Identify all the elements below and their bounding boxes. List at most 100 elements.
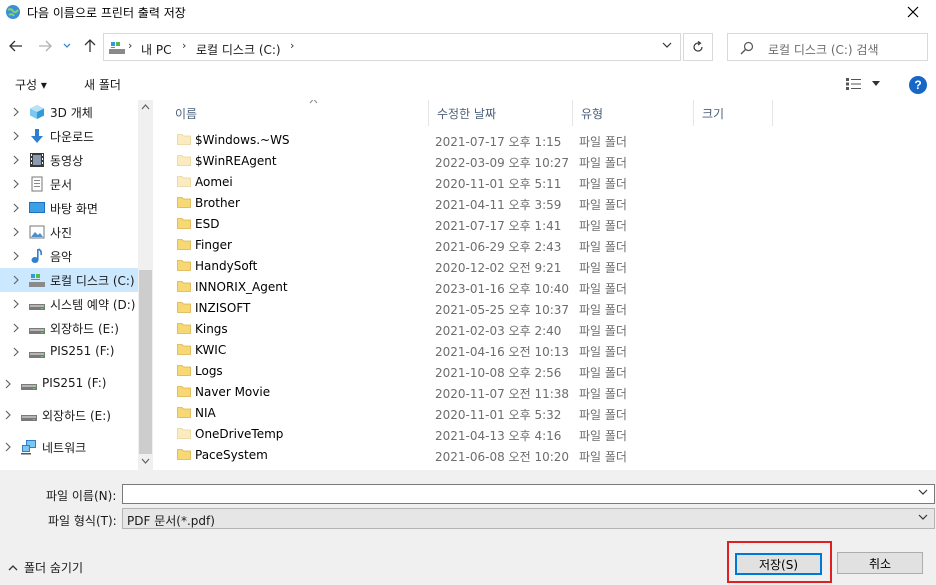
sidebar-item-desktop[interactable]: 바탕 화면 bbox=[0, 196, 138, 220]
title-bar: 다음 이름으로 프린터 출력 저장 bbox=[0, 0, 936, 24]
file-type: 파일 폴더 bbox=[579, 156, 627, 170]
file-type: 파일 폴더 bbox=[579, 261, 627, 275]
table-row[interactable]: Kings 2021-02-03 오후 2:40 파일 폴더 bbox=[173, 319, 923, 340]
refresh-icon bbox=[693, 41, 703, 52]
folder-icon bbox=[177, 260, 191, 271]
filetype-label: 파일 형식(T): bbox=[48, 514, 117, 528]
drive-icon bbox=[21, 384, 37, 390]
forward-button[interactable] bbox=[35, 36, 55, 56]
column-header-date[interactable]: 수정한 날짜 bbox=[429, 100, 573, 126]
view-options-icon[interactable] bbox=[845, 77, 863, 91]
chevron-down-icon[interactable] bbox=[918, 514, 928, 520]
table-row[interactable]: Naver Movie 2020-11-07 오전 11:38 파일 폴더 bbox=[173, 382, 923, 403]
folder-icon bbox=[177, 197, 191, 208]
sidebar-root-network[interactable]: 네트워크 bbox=[0, 435, 138, 459]
sidebar-item-label: 동영상 bbox=[50, 154, 84, 168]
sidebar-item-pictures[interactable]: 사진 bbox=[0, 220, 138, 244]
address-bar[interactable]: › 내 PC › 로컬 디스크 (C:) › bbox=[103, 33, 681, 61]
scrollbar-thumb[interactable] bbox=[139, 270, 152, 454]
file-name: $Windows.~WS bbox=[195, 133, 290, 147]
sort-ascending-icon bbox=[309, 100, 318, 104]
local-disk-icon bbox=[109, 42, 125, 54]
table-row[interactable]: NIA 2020-11-01 오후 5:32 파일 폴더 bbox=[173, 403, 923, 424]
save-button[interactable]: 저장(S) bbox=[735, 553, 822, 575]
breadcrumb-local-disk[interactable]: 로컬 디스크 (C:) bbox=[196, 41, 281, 58]
file-type: 파일 폴더 bbox=[579, 429, 627, 443]
file-date: 2021-07-17 오후 1:15 bbox=[435, 135, 562, 149]
sidebar-item-label: 시스템 예약 (D:) bbox=[50, 298, 136, 312]
breadcrumb-this-pc[interactable]: 내 PC bbox=[141, 41, 171, 58]
hide-folders-toggle[interactable]: 폴더 숨기기 bbox=[8, 559, 83, 576]
column-header-type[interactable]: 유형 bbox=[573, 100, 694, 126]
sidebar-item-videos[interactable]: 동영상 bbox=[0, 148, 138, 172]
column-header-label: 이름 bbox=[175, 107, 198, 121]
chevron-right-icon bbox=[13, 275, 19, 285]
address-dropdown-icon[interactable] bbox=[662, 42, 672, 48]
desktop-icon bbox=[29, 202, 45, 213]
sidebar-root-pis251-f[interactable]: PIS251 (F:) bbox=[0, 372, 138, 396]
chevron-right-icon bbox=[13, 299, 19, 309]
table-row[interactable]: HandySoft 2020-12-02 오전 9:21 파일 폴더 bbox=[173, 256, 923, 277]
search-placeholder: 로컬 디스크 (C:) 검색 bbox=[768, 43, 879, 57]
close-button[interactable] bbox=[890, 0, 936, 24]
column-header-name[interactable]: 이름 bbox=[167, 100, 429, 126]
scroll-up-icon[interactable] bbox=[141, 104, 150, 110]
chevron-down-icon[interactable] bbox=[918, 489, 928, 495]
table-row[interactable]: KWIC 2021-04-16 오전 10:13 파일 폴더 bbox=[173, 340, 923, 361]
recent-locations-button[interactable] bbox=[60, 36, 74, 56]
sidebar-item-external-e[interactable]: 외장하드 (E:) bbox=[0, 316, 138, 340]
table-row[interactable]: Logs 2021-10-08 오후 2:56 파일 폴더 bbox=[173, 361, 923, 382]
filetype-select[interactable]: PDF 문서(*.pdf) bbox=[122, 508, 935, 529]
sidebar-item-documents[interactable]: 문서 bbox=[0, 172, 138, 196]
folder-icon bbox=[177, 386, 191, 397]
sidebar-item-label: 다운로드 bbox=[50, 130, 95, 144]
view-dropdown-icon[interactable] bbox=[872, 81, 880, 86]
save-form: 파일 이름(N): 파일 형식(T): PDF 문서(*.pdf) 폴더 숨기기… bbox=[0, 470, 936, 585]
file-date: 2021-06-29 오후 2:43 bbox=[435, 240, 562, 254]
drive-icon bbox=[21, 415, 37, 421]
file-type: 파일 폴더 bbox=[579, 177, 627, 191]
table-row[interactable]: INNORIX_Agent 2023-01-16 오후 10:40 파일 폴더 bbox=[173, 277, 923, 298]
table-row[interactable]: Aomei 2020-11-01 오후 5:11 파일 폴더 bbox=[173, 172, 923, 193]
search-box[interactable]: 로컬 디스크 (C:) 검색 bbox=[727, 33, 928, 61]
file-list-scrollbar[interactable] bbox=[923, 100, 936, 470]
sidebar-item-system-reserved-d[interactable]: 시스템 예약 (D:) bbox=[0, 292, 138, 316]
filename-input[interactable] bbox=[122, 484, 935, 504]
refresh-button[interactable] bbox=[683, 33, 713, 61]
sidebar-item-local-disk-c[interactable]: 로컬 디스크 (C:) bbox=[0, 268, 138, 292]
drive-icon bbox=[29, 328, 45, 334]
table-row[interactable]: ESD 2021-07-17 오후 1:41 파일 폴더 bbox=[173, 214, 923, 235]
folder-icon bbox=[177, 281, 191, 292]
sidebar-item-downloads[interactable]: 다운로드 bbox=[0, 124, 138, 148]
sidebar-item-3d-objects[interactable]: 3D 개체 bbox=[0, 100, 138, 124]
file-type: 파일 폴더 bbox=[579, 219, 627, 233]
table-row[interactable]: Finger 2021-06-29 오후 2:43 파일 폴더 bbox=[173, 235, 923, 256]
help-icon[interactable]: ? bbox=[909, 76, 927, 94]
chevron-right-icon bbox=[13, 131, 19, 141]
column-header-label: 유형 bbox=[581, 107, 604, 121]
sidebar-item-label: PIS251 (F:) bbox=[50, 344, 115, 358]
navigation-scrollbar[interactable] bbox=[138, 100, 153, 470]
table-row[interactable]: $WinREAgent 2022-03-09 오후 10:27 파일 폴더 bbox=[173, 151, 923, 172]
back-button[interactable] bbox=[6, 36, 26, 56]
table-row[interactable]: INZISOFT 2021-05-25 오후 10:37 파일 폴더 bbox=[173, 298, 923, 319]
column-header-size[interactable]: 크기 bbox=[694, 100, 773, 126]
table-row[interactable]: $Windows.~WS 2021-07-17 오후 1:15 파일 폴더 bbox=[173, 130, 923, 151]
up-button[interactable] bbox=[80, 36, 100, 56]
scroll-down-icon[interactable] bbox=[141, 458, 150, 464]
chevron-right-icon bbox=[13, 251, 19, 261]
cancel-button[interactable]: 취소 bbox=[837, 552, 923, 574]
sidebar-item-pis251-f[interactable]: PIS251 (F:) bbox=[0, 340, 138, 364]
folder-icon bbox=[177, 344, 191, 355]
file-date: 2021-07-17 오후 1:41 bbox=[435, 219, 562, 233]
music-icon bbox=[31, 248, 43, 263]
chevron-right-icon bbox=[13, 227, 19, 237]
table-row[interactable]: OneDriveTemp 2021-04-13 오후 4:16 파일 폴더 bbox=[173, 424, 923, 445]
sidebar-root-external-e[interactable]: 외장하드 (E:) bbox=[0, 403, 138, 427]
folder-icon bbox=[177, 134, 191, 145]
organize-button[interactable]: 구성 ▾ bbox=[15, 76, 47, 93]
table-row[interactable]: PaceSystem 2021-06-08 오전 10:20 파일 폴더 bbox=[173, 445, 923, 466]
new-folder-button[interactable]: 새 폴더 bbox=[84, 76, 121, 93]
sidebar-item-music[interactable]: 음악 bbox=[0, 244, 138, 268]
table-row[interactable]: Brother 2021-04-11 오후 3:59 파일 폴더 bbox=[173, 193, 923, 214]
